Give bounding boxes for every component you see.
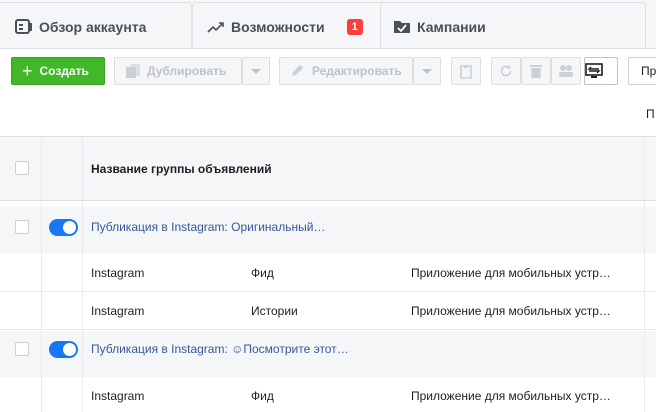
compare-button[interactable] xyxy=(584,57,618,85)
pencil-icon xyxy=(290,64,304,78)
tab-label: Возможности xyxy=(231,18,325,35)
ad-sets-table: Название группы объявлений Публикация в … xyxy=(0,136,656,412)
toolbar: + Создать Дублировать Редактировать Пр xyxy=(0,48,656,90)
device-cell: Приложение для мобильных устр… xyxy=(411,389,611,403)
table-row[interactable]: Instagram Фид Приложение для мобильных у… xyxy=(0,377,656,412)
tab-opportunities[interactable]: Возможности 1 xyxy=(192,2,390,50)
tab-label: Обзор аккаунта xyxy=(39,18,147,35)
create-button[interactable]: + Создать xyxy=(11,57,105,85)
placement-cell: Истории xyxy=(251,304,298,318)
compare-icon xyxy=(585,63,603,79)
trash-icon xyxy=(530,64,542,78)
column-divider xyxy=(644,137,645,412)
row-checkbox[interactable] xyxy=(15,220,29,234)
duplicate-button[interactable]: Дублировать xyxy=(114,57,242,85)
status-toggle[interactable] xyxy=(49,341,78,358)
device-cell: Приложение для мобильных устр… xyxy=(411,304,611,318)
duplicate-dropdown-button[interactable] xyxy=(242,57,270,85)
more-label: Пр xyxy=(641,64,656,78)
edit-button[interactable]: Редактировать xyxy=(279,57,413,85)
ad-set-name-link[interactable]: Публикация в Instagram: Оригинальный… xyxy=(91,220,325,234)
column-divider xyxy=(82,137,83,412)
create-label: Создать xyxy=(39,64,89,78)
plus-icon: + xyxy=(22,61,33,81)
duplicate-icon xyxy=(125,63,141,79)
delete-button[interactable] xyxy=(521,57,551,85)
folder-check-icon xyxy=(393,18,411,36)
table-subheader: П xyxy=(0,90,656,138)
table-row[interactable]: Instagram Истории Приложение для мобильн… xyxy=(0,292,656,330)
refresh-icon xyxy=(499,64,513,78)
placement-cell: Фид xyxy=(251,266,274,280)
table-row[interactable]: Публикация в Instagram: Оригинальный… xyxy=(0,207,656,253)
clipboard-button[interactable] xyxy=(451,57,481,85)
trend-icon xyxy=(207,18,225,36)
device-cell: Приложение для мобильных устр… xyxy=(411,266,611,280)
column-header-ad-set-name[interactable]: Название группы объявлений xyxy=(91,162,272,176)
clipboard-icon xyxy=(460,64,472,79)
table-row[interactable]: Публикация в Instagram: ☺Посмотрите этот… xyxy=(0,331,656,377)
tab-campaigns[interactable]: Кампании xyxy=(380,2,646,50)
chevron-down-icon xyxy=(251,68,261,74)
revert-button[interactable] xyxy=(491,57,521,85)
edit-label: Редактировать xyxy=(312,64,402,78)
platform-cell: Instagram xyxy=(91,266,145,280)
chevron-down-icon xyxy=(422,68,432,74)
table-row[interactable]: Instagram Фид Приложение для мобильных у… xyxy=(0,254,656,292)
select-all-checkbox[interactable] xyxy=(15,161,29,175)
ad-set-name-link[interactable]: Публикация в Instagram: ☺Посмотрите этот… xyxy=(91,342,349,356)
placement-cell: Фид xyxy=(251,389,274,403)
tab-bar: Обзор аккаунта Возможности 1 Кампании xyxy=(0,0,656,50)
people-icon xyxy=(558,64,574,78)
more-button[interactable]: Пр xyxy=(628,57,656,85)
table-header-row: Название группы объявлений xyxy=(0,137,656,201)
column-divider xyxy=(41,137,42,412)
platform-cell: Instagram xyxy=(91,389,145,403)
notification-badge: 1 xyxy=(346,18,363,35)
edit-dropdown-button[interactable] xyxy=(413,57,441,85)
platform-cell: Instagram xyxy=(91,304,145,318)
tab-account-overview[interactable]: Обзор аккаунта xyxy=(0,2,192,50)
account-overview-icon xyxy=(15,18,33,36)
audience-button[interactable] xyxy=(551,57,581,85)
truncated-column-label: П xyxy=(646,107,655,121)
row-checkbox[interactable] xyxy=(15,342,29,356)
status-toggle[interactable] xyxy=(49,219,78,236)
tab-label: Кампании xyxy=(417,18,486,35)
duplicate-label: Дублировать xyxy=(147,64,227,78)
